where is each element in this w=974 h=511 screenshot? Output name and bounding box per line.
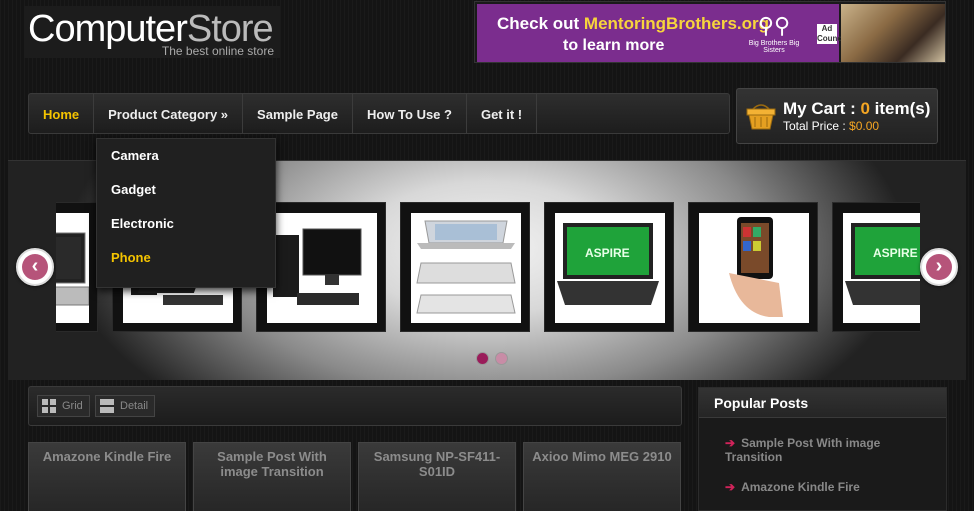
slide-laptop[interactable] — [56, 202, 98, 332]
nav-sample-page[interactable]: Sample Page — [243, 94, 353, 133]
acer-aspire-2-image: ASPIRE — [843, 213, 920, 323]
post-card[interactable]: Sample Post With image Transition — [193, 442, 351, 511]
laptop-image — [56, 213, 89, 323]
basket-icon — [746, 104, 776, 130]
grid-view-button[interactable]: Grid — [37, 395, 90, 417]
post-card[interactable]: Samsung NP-SF411-S01ID — [358, 442, 516, 511]
cart-total: Total Price : $0.00 — [783, 119, 880, 133]
nav-how-to-use[interactable]: How To Use ? — [353, 94, 467, 133]
chevron-left-icon: ‹ — [22, 254, 48, 280]
post-card[interactable]: Amazone Kindle Fire — [28, 442, 186, 511]
dropdown-item-electronic[interactable]: Electronic — [97, 207, 275, 241]
slide-acer-aspire[interactable]: ASPIRE — [544, 202, 674, 332]
logo-tagline: The best online store — [161, 44, 274, 58]
popular-post-link[interactable]: ➔ Amazone Kindle Fire — [725, 480, 860, 494]
main-nav: Home Product Category » Sample Page How … — [28, 93, 730, 134]
kindle-fire-image — [699, 213, 809, 323]
popular-posts-widget: Popular Posts ➔ Sample Post With image Tr… — [698, 387, 947, 511]
slide-kindle-fire[interactable] — [688, 202, 818, 332]
chevron-right-icon: › — [926, 254, 952, 280]
popular-post-link[interactable]: ➔ Sample Post With image Transition — [725, 436, 925, 464]
cart-widget[interactable]: My Cart : 0 item(s) Total Price : $0.00 — [736, 88, 938, 144]
ad-council-badge: Ad Council — [817, 24, 847, 44]
dropdown-item-gadget[interactable]: Gadget — [97, 173, 275, 207]
detail-label: Detail — [120, 400, 149, 412]
carousel-dot-1[interactable] — [476, 352, 489, 365]
ad-photo — [841, 4, 945, 62]
macbook-air-image — [411, 213, 521, 323]
popular-posts-title: Popular Posts — [699, 388, 946, 418]
dropdown-item-camera[interactable]: Camera — [97, 139, 275, 173]
carousel-dots — [476, 352, 508, 365]
category-dropdown: Camera Gadget Electronic Phone — [96, 138, 276, 288]
acer-aspire-image: ASPIRE — [555, 213, 665, 323]
ad-panel: Check out MentoringBrothers.org to learn… — [477, 4, 847, 62]
nav-product-category[interactable]: Product Category » — [94, 94, 244, 133]
detail-view-button[interactable]: Detail — [95, 395, 156, 417]
arrow-right-icon: ➔ — [725, 480, 736, 494]
grid-label: Grid — [62, 400, 83, 412]
view-toolbar: Grid Detail — [28, 386, 682, 426]
grid-icon — [42, 399, 56, 413]
slide-macbook-air[interactable] — [400, 202, 530, 332]
nav-get-it[interactable]: Get it ! — [467, 94, 538, 133]
post-card[interactable]: Axioo Mimo MEG 2910 — [523, 442, 681, 511]
nav-home[interactable]: Home — [29, 94, 95, 133]
list-icon — [100, 399, 114, 413]
svg-text:ASPIRE: ASPIRE — [873, 246, 918, 260]
site-logo[interactable]: ComputerStore The best online store — [24, 6, 280, 58]
carousel-prev-button[interactable]: ‹ — [16, 248, 54, 286]
carousel-next-button[interactable]: › — [920, 248, 958, 286]
ad-subline: to learn more — [563, 37, 665, 54]
dropdown-item-phone[interactable]: Phone — [97, 241, 275, 275]
bbbs-logo: ⚲⚲ Big Brothers Big Sisters — [748, 13, 800, 54]
ad-banner[interactable]: Check out MentoringBrothers.org to learn… — [474, 1, 946, 63]
arrow-right-icon: ➔ — [725, 436, 736, 450]
slide-acer-aspire-2[interactable]: ASPIRE — [832, 202, 920, 332]
cart-title: My Cart : 0 item(s) — [783, 99, 931, 118]
ad-headline: Check out MentoringBrothers.org — [497, 14, 770, 33]
svg-text:ASPIRE: ASPIRE — [585, 246, 630, 260]
desktop-pc-2-image — [267, 213, 377, 323]
carousel-dot-2[interactable] — [495, 352, 508, 365]
